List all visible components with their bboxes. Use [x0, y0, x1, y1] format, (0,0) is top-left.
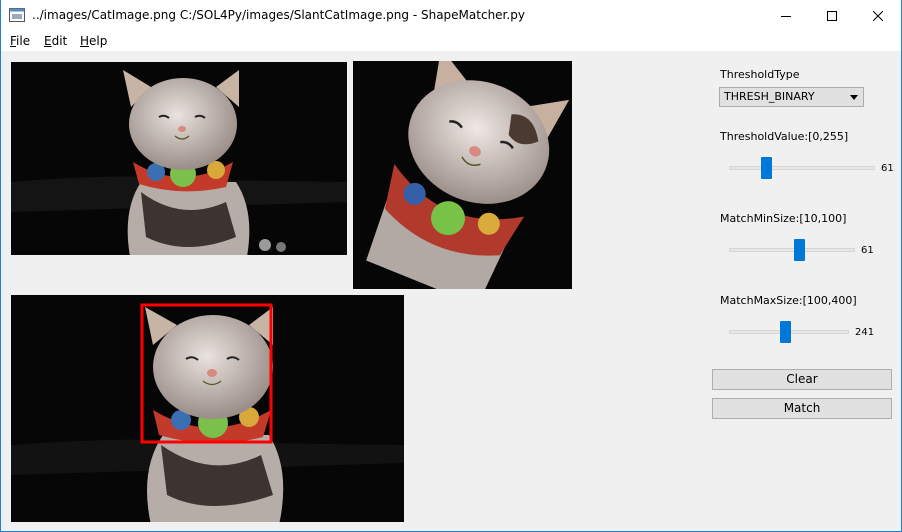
- minimize-icon: [781, 15, 791, 17]
- match-min-size-slider[interactable]: [729, 238, 855, 262]
- slider-thumb[interactable]: [794, 239, 805, 261]
- template-image: [353, 61, 572, 289]
- close-button[interactable]: [855, 0, 901, 31]
- menu-bar: File Edit Help: [1, 31, 901, 51]
- menu-file[interactable]: File: [10, 34, 30, 48]
- menu-edit[interactable]: Edit: [44, 34, 67, 48]
- close-icon: [873, 10, 883, 21]
- threshold-type-value: THRESH_BINARY: [724, 90, 815, 103]
- match-max-size-readout: 241: [855, 327, 875, 338]
- slider-thumb[interactable]: [780, 321, 791, 343]
- threshold-type-combo[interactable]: THRESH_BINARY: [719, 87, 864, 107]
- match-result-image: [11, 295, 404, 522]
- slider-thumb[interactable]: [761, 157, 772, 179]
- chevron-down-icon: [850, 95, 858, 100]
- window-title: ../images/CatImage.png C:/SOL4Py/images/…: [32, 8, 525, 22]
- maximize-icon: [827, 10, 837, 21]
- match-button[interactable]: Match: [712, 398, 892, 419]
- app-window: ../images/CatImage.png C:/SOL4Py/images/…: [0, 0, 902, 532]
- app-icon: [9, 8, 25, 22]
- menu-help[interactable]: Help: [80, 34, 107, 48]
- source-image: [11, 62, 347, 255]
- threshold-type-label: ThresholdType: [720, 68, 800, 81]
- slider-track: [729, 248, 855, 252]
- clear-button[interactable]: Clear: [712, 369, 892, 390]
- match-max-size-label: MatchMaxSize:[100,400]: [720, 294, 857, 307]
- threshold-value-label: ThresholdValue:[0,255]: [720, 130, 849, 143]
- match-min-size-label: MatchMinSize:[10,100]: [720, 212, 847, 225]
- slider-track: [729, 166, 875, 170]
- minimize-button[interactable]: [763, 0, 809, 31]
- title-bar[interactable]: ../images/CatImage.png C:/SOL4Py/images/…: [1, 0, 901, 31]
- threshold-value-slider[interactable]: [729, 156, 875, 180]
- maximize-button[interactable]: [809, 0, 855, 31]
- match-min-size-readout: 61: [861, 245, 874, 256]
- threshold-value-readout: 61: [881, 163, 894, 174]
- match-max-size-slider[interactable]: [729, 320, 849, 344]
